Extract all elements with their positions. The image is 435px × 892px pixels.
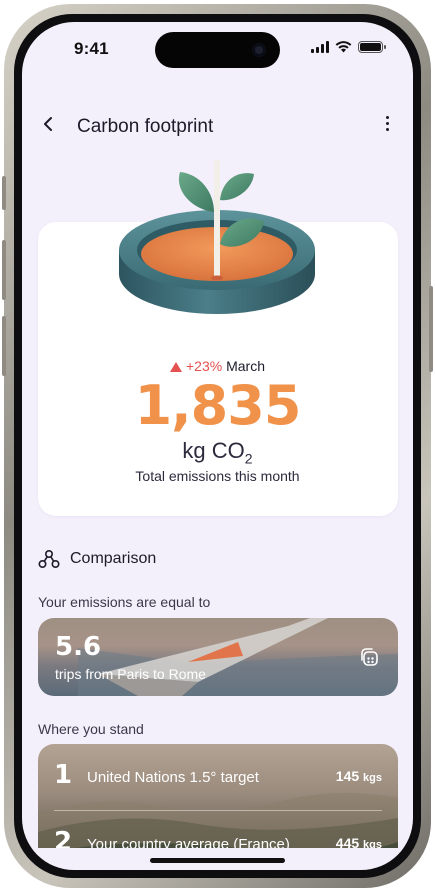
rank-value-number: 145 — [335, 768, 360, 784]
more-options-button[interactable] — [377, 110, 397, 136]
trip-description: trips from Paris to Rome — [55, 666, 206, 682]
equal-label: Your emissions are equal to — [38, 594, 211, 610]
copy-icon[interactable] — [358, 646, 380, 668]
emissions-unit: kg CO2 — [22, 438, 413, 466]
back-button[interactable] — [42, 112, 60, 136]
rank-value-unit: kgs — [363, 772, 382, 784]
camera-icon — [252, 43, 266, 57]
status-time: 9:41 — [74, 39, 109, 58]
monthly-change: +23% March — [22, 358, 413, 374]
emissions-value: 1,835 — [134, 374, 302, 437]
where-you-stand-label: Where you stand — [38, 721, 144, 737]
comparison-section-header: Comparison — [38, 546, 156, 572]
month-label: March — [226, 358, 265, 374]
chevron-left-icon — [44, 117, 52, 131]
trip-count: 5.6 — [55, 632, 102, 662]
more-dot-icon — [385, 121, 389, 125]
plant-pot-illustration — [119, 160, 315, 314]
comparison-title: Comparison — [70, 550, 157, 567]
comparison-icon — [38, 549, 60, 569]
battery-icon — [358, 41, 386, 53]
emissions-caption: Total emissions this month — [135, 468, 300, 484]
app-screen: 9:41 Carbon footprint +23% March 1,835 k… — [22, 22, 413, 870]
trip-equivalent-card[interactable]: 5.6 trips from Paris to Rome — [38, 618, 398, 696]
rank-value: 145 kgs — [336, 768, 382, 784]
more-dot-icon — [385, 127, 389, 131]
trend-up-icon — [170, 362, 182, 372]
unit-text: kg CO — [182, 438, 245, 463]
change-percent: +23% — [186, 358, 223, 374]
unit-subscript: 2 — [244, 450, 253, 467]
wifi-icon — [335, 41, 352, 53]
airplane-wing-image — [78, 618, 398, 696]
more-dot-icon — [385, 115, 389, 119]
power-button — [429, 286, 433, 372]
status-icons — [311, 41, 386, 53]
action-button — [2, 176, 6, 210]
page-title: Carbon footprint — [77, 116, 214, 137]
rank-name: United Nations 1.5° target — [87, 769, 259, 786]
status-bar: 9:41 — [22, 22, 413, 74]
volume-down-button — [2, 316, 6, 376]
cellular-signal-icon — [311, 41, 329, 53]
ranking-row[interactable]: 1 United Nations 1.5° target 145 kgs — [38, 744, 398, 811]
volume-up-button — [2, 240, 6, 300]
home-indicator[interactable] — [150, 858, 285, 863]
dynamic-island — [155, 32, 280, 68]
rank-number: 1 — [54, 760, 73, 790]
